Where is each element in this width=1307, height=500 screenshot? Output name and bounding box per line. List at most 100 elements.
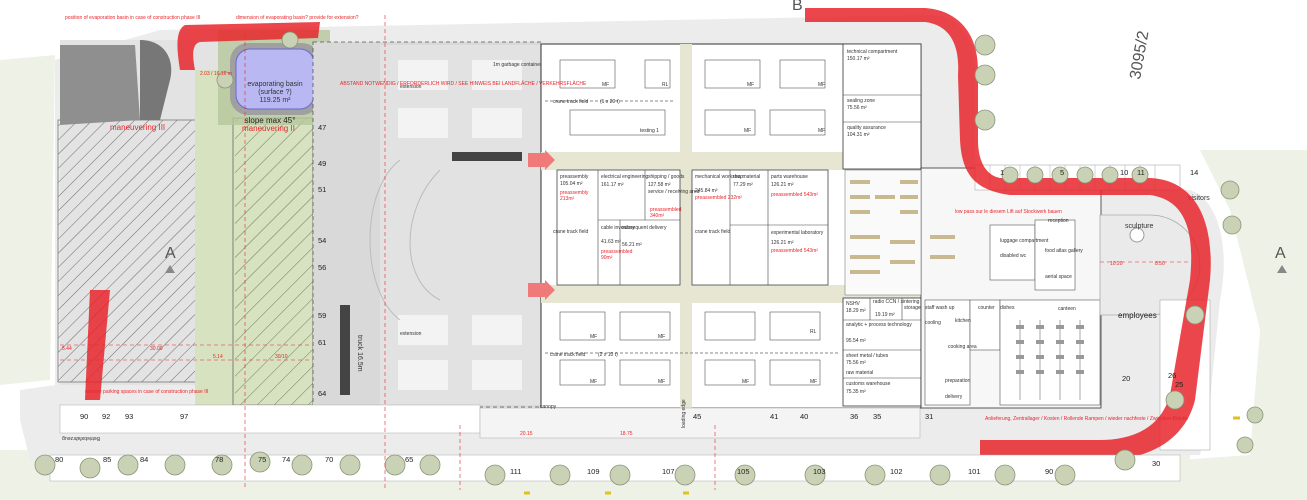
room-parts-name: parts warehouse bbox=[771, 174, 808, 180]
parking-number: 111 bbox=[510, 467, 521, 476]
room-technical-area: 150.17 m² bbox=[847, 56, 870, 62]
room-staff-name: staff wash up bbox=[925, 305, 955, 311]
parking-number: 41 bbox=[770, 412, 778, 421]
room-aerial: aerial space bbox=[1045, 274, 1072, 280]
maneuvering-ii-label: maneuvering II bbox=[242, 124, 295, 133]
room-counter-name: counter bbox=[978, 305, 995, 311]
room-food-atlas: food atlas gallery bbox=[1045, 248, 1083, 254]
room-sheet-area: 75.56 m² bbox=[846, 360, 866, 366]
parking-number: 49 bbox=[318, 159, 326, 168]
parking-number: 103 bbox=[813, 467, 826, 476]
parking-number: 31 bbox=[925, 412, 933, 421]
room-cooling-name: cooling bbox=[925, 320, 941, 326]
evaporating-basin-title: evaporating basin bbox=[247, 81, 302, 88]
room-parts-area: 126.21 m² bbox=[771, 182, 794, 188]
room-exp-area: 126.21 m² bbox=[771, 240, 794, 246]
parking-number: 5 bbox=[1060, 168, 1064, 177]
parking-number: 59 bbox=[318, 311, 326, 320]
room-exp-note: preassembled 543m² bbox=[771, 248, 818, 254]
mf-label-11: MF bbox=[810, 379, 817, 385]
note-evaporation-position: position of evaporation basin in case of… bbox=[65, 15, 200, 21]
parking-number: 75 bbox=[258, 455, 266, 464]
parking-number: 105 bbox=[737, 467, 750, 476]
maneuvering-iii-label: maneuvering III bbox=[110, 123, 165, 132]
parking-number: 26 bbox=[1168, 371, 1176, 380]
room-technical-name: technical compartment bbox=[847, 49, 898, 55]
sculpture-label: sculpture bbox=[1125, 223, 1154, 230]
evaporating-basin-area: 119.25 m² bbox=[260, 97, 292, 104]
parking-number: 1 bbox=[1000, 168, 1004, 177]
crane-bottom-dim: (2 x 10 t) bbox=[598, 352, 618, 358]
room-luggage-name: luggage compartment bbox=[1000, 238, 1049, 244]
parking-number: 47 bbox=[318, 123, 326, 132]
room-kitchen-name: kitchen bbox=[955, 318, 971, 324]
dim-3010: 30/10 bbox=[275, 354, 288, 360]
rl-label-1: RL bbox=[662, 82, 669, 88]
parking-number: 65 bbox=[405, 455, 413, 464]
parking-number: 36 bbox=[850, 412, 858, 421]
mf-label-10: MF bbox=[742, 379, 749, 385]
parking-number: 90 bbox=[1045, 467, 1053, 476]
room-raw-name: raw material bbox=[733, 174, 760, 180]
room-sheet-name: sheet metal / tubes bbox=[846, 353, 889, 359]
rl-label-2: RL bbox=[810, 329, 817, 335]
parking-number: 61 bbox=[318, 338, 326, 347]
room-analytic-name: analytic + process technology bbox=[846, 322, 912, 328]
technical-rooms: technical compartment 150.17 m² sealing … bbox=[842, 43, 922, 170]
parking-number: 20 bbox=[1122, 374, 1130, 383]
parking-number: 25 bbox=[1175, 380, 1183, 389]
room-subsequent-name: subsequent delivery bbox=[622, 225, 667, 231]
site-plan: evaporating basin (surface ?) 119.25 m² … bbox=[0, 0, 1307, 500]
room-cable-area: 41.63 m² bbox=[601, 239, 621, 245]
parking-number: 102 bbox=[890, 467, 903, 476]
dim-3000: 30.00 bbox=[150, 346, 163, 352]
room-preassembly-area: 105.04 m² bbox=[560, 181, 583, 187]
room-raw-area: 77.29 m² bbox=[733, 182, 753, 188]
note-remove-parking: remove parking spaces in case of constru… bbox=[85, 389, 208, 395]
room-preassembled-area: 90m² bbox=[601, 255, 613, 261]
parking-number: 14 bbox=[1190, 168, 1198, 177]
section-a-right: A bbox=[1275, 245, 1286, 262]
room-nshv-name: NSHV bbox=[846, 301, 861, 307]
crane-mid-label: crane track field bbox=[553, 229, 589, 235]
room-customs-area: 75.35 m² bbox=[846, 389, 866, 395]
crane-bottom-label: crane track field bbox=[550, 352, 586, 358]
parking-number: 92 bbox=[102, 412, 110, 421]
parking-number: 90 bbox=[80, 412, 88, 421]
red-dim-top: 2.03 / 16.16 m bbox=[200, 71, 232, 77]
room-analytic-area: 95.54 m² bbox=[846, 338, 866, 344]
room-shipping-note2: 340m² bbox=[650, 213, 665, 219]
parking-number: 107 bbox=[662, 467, 675, 476]
dim-2015: 20.15 bbox=[520, 431, 533, 437]
room-raw2-name: raw material bbox=[846, 370, 873, 376]
parking-number: 97 bbox=[180, 412, 188, 421]
room-sealing-area: 75.56 m² bbox=[847, 105, 867, 111]
room-reception: reception bbox=[1048, 218, 1069, 224]
mf-label-5: MF bbox=[818, 128, 825, 134]
parking-number: 70 bbox=[325, 455, 333, 464]
room-preassembly-name: preassembly bbox=[560, 174, 589, 180]
parking-number: 84 bbox=[140, 455, 148, 464]
note-sculpture: Anlieferung, Zentrallager / Kosten / Rol… bbox=[985, 416, 1188, 422]
section-a-left: A bbox=[165, 245, 176, 262]
room-parts-note: preassembled 543m² bbox=[771, 192, 818, 198]
room-delivery-name: delivery bbox=[945, 394, 963, 400]
loading-edge-label: loading edge bbox=[681, 399, 687, 428]
crane-top-label: crane track field bbox=[553, 99, 589, 105]
garbage-label: 1m garbage container bbox=[493, 62, 542, 68]
parking-number: 11 bbox=[1137, 168, 1145, 177]
room-preassembly-note2: 213m² bbox=[560, 196, 575, 202]
room-disabled-wc: disabled wc bbox=[1000, 253, 1027, 259]
evaporating-basin-surface: (surface ?) bbox=[258, 89, 291, 96]
room-dishes-name: dishes bbox=[1000, 305, 1015, 311]
mf-label-2: MF bbox=[747, 82, 754, 88]
testing-label: testing 1 bbox=[640, 128, 659, 134]
dim-1875: 18.75 bbox=[620, 431, 633, 437]
room-electrical-area: 161.17 m² bbox=[601, 182, 624, 188]
note-red-box: ABSTAND NOTWENDIG / ERFORDERLICH WIRD / … bbox=[340, 80, 587, 87]
extension-bottom-label: extension bbox=[400, 331, 422, 337]
room-shipping-name: shipping / goods bbox=[648, 174, 685, 180]
room-mech-area: 245.84 m² bbox=[695, 188, 718, 194]
site-plan-drawing: evaporating basin (surface ?) 119.25 m² … bbox=[0, 0, 1307, 500]
crane-top-dim: (1 x 20 t) bbox=[600, 99, 620, 105]
